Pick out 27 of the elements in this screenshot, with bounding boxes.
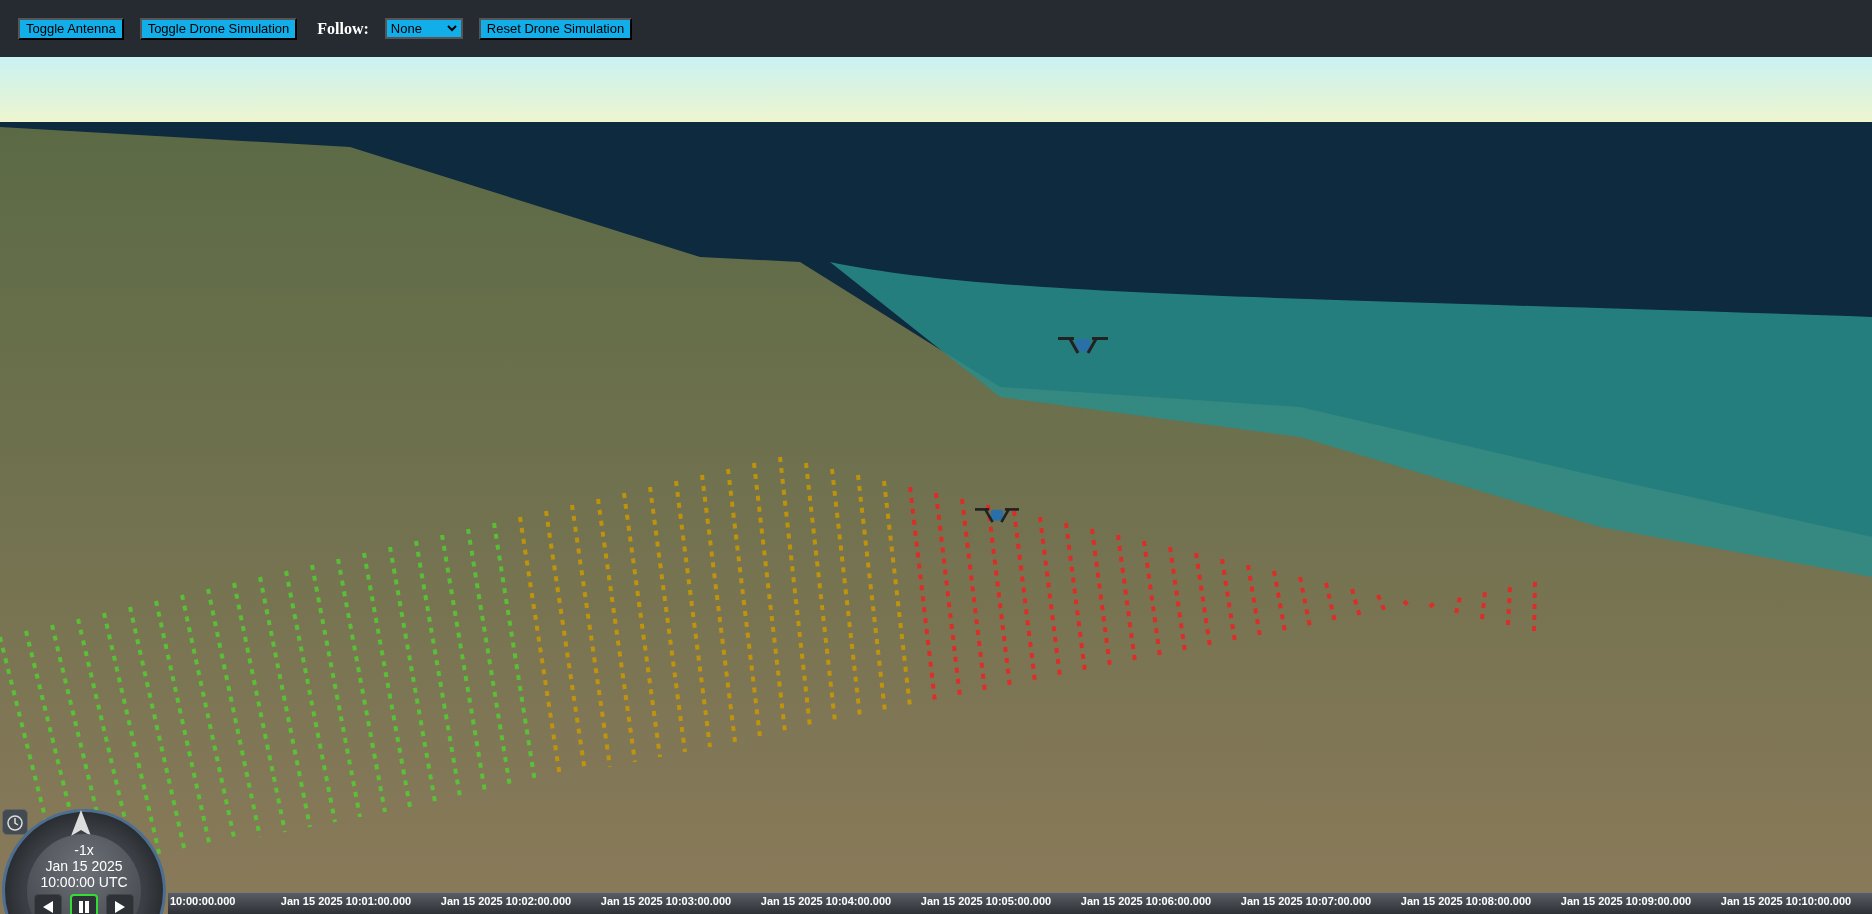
timeline-label: Jan 15 2025 10:09:00.000 (1559, 894, 1693, 909)
timeline[interactable] (168, 892, 1872, 914)
timeline-label: Jan 15 2025 10:03:00.000 (599, 894, 733, 909)
timeline-label: 10:00:00.000 (169, 894, 237, 909)
timeline-label: Jan 15 2025 10:10:00.000 (1719, 894, 1853, 909)
follow-label: Follow: (317, 18, 369, 39)
toolbar-button[interactable]: Reset Drone Simulation (478, 17, 633, 40)
timeline-label: Jan 15 2025 10:06:00.000 (1079, 894, 1213, 909)
date-text: Jan 15 2025 (45, 858, 123, 874)
pause-button[interactable] (70, 894, 98, 914)
speed-text: -1x (74, 842, 94, 858)
clock-icon (6, 813, 24, 832)
toolbar-button[interactable]: Toggle Drone Simulation (139, 17, 298, 40)
follow-dropdown[interactable]: None (384, 18, 463, 39)
needle-icon (69, 810, 93, 836)
toolbar-button[interactable]: Toggle Antenna (18, 17, 124, 40)
time-text: 10:00:00 UTC (40, 874, 128, 890)
chevron-down-icon (446, 25, 457, 32)
clock-button[interactable] (2, 809, 28, 835)
timeline-label: Jan 15 2025 10:08:00.000 (1399, 894, 1533, 909)
timeline-label: Jan 15 2025 10:02:00.000 (439, 894, 573, 909)
timeline-label: Jan 15 2025 10:07:00.000 (1239, 894, 1373, 909)
reverse-button[interactable] (34, 894, 62, 914)
timeline-label: Jan 15 2025 10:01:00.000 (279, 894, 413, 909)
timeline-label: Jan 15 2025 10:05:00.000 (919, 894, 1053, 909)
play-button[interactable] (106, 894, 134, 914)
timeline-label: Jan 15 2025 10:04:00.000 (759, 894, 893, 909)
